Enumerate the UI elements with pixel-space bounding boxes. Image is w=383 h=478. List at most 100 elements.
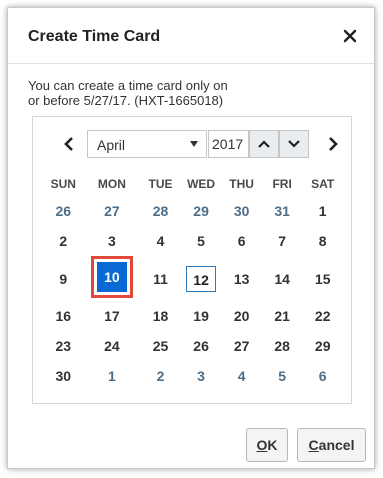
other-month-day[interactable]: 4 (227, 363, 257, 389)
day[interactable]: 14 (267, 266, 297, 292)
previous-month-button[interactable] (55, 130, 83, 158)
day-cell: 28 (140, 196, 181, 226)
info-message-line-2: or before 5/27/17. (HXT-1665018) (28, 93, 224, 108)
week-row: 16 17 18 19 20 21 22 (43, 301, 343, 331)
year-decrement-button[interactable] (279, 130, 309, 158)
day-cell: 13 (221, 256, 262, 301)
day[interactable]: 17 (97, 303, 127, 329)
dialog-title: Create Time Card (28, 28, 161, 45)
cancel-button[interactable]: Cancel (297, 428, 366, 462)
next-month-button[interactable] (319, 130, 347, 158)
day-cell: 5 (262, 361, 303, 391)
year-increment-button[interactable] (249, 130, 279, 158)
day[interactable]: 27 (227, 333, 257, 359)
day[interactable]: 6 (227, 228, 257, 254)
other-month-day[interactable]: 31 (267, 198, 297, 224)
dropdown-arrow-icon (190, 141, 198, 147)
month-select[interactable]: April (87, 130, 207, 158)
weekday-header-row: SUN MON TUE WED THU FRI SAT (43, 172, 343, 196)
weekday-header: TUE (148, 177, 173, 191)
day[interactable]: 16 (48, 303, 78, 329)
other-month-day[interactable]: 2 (146, 363, 176, 389)
weekday-header: MON (97, 177, 126, 191)
day[interactable]: 29 (308, 333, 338, 359)
dialog-titlebar: Create Time Card (8, 8, 374, 64)
cancel-label-rest: ancel (318, 437, 355, 453)
other-month-day[interactable]: 26 (48, 198, 78, 224)
day-cell: 5 (181, 226, 222, 256)
day[interactable]: 7 (267, 228, 297, 254)
day-cell: 12 (181, 256, 222, 301)
day-cell: 17 (84, 301, 141, 331)
day-cell: 14 (262, 256, 303, 301)
today-day[interactable]: 12 (186, 265, 217, 292)
other-month-day[interactable]: 6 (308, 363, 338, 389)
ok-button[interactable]: OK (246, 428, 288, 462)
day-cell: 4 (221, 361, 262, 391)
other-month-day[interactable]: 30 (227, 198, 257, 224)
day[interactable]: 2 (48, 228, 78, 254)
day[interactable]: 28 (267, 333, 297, 359)
selected-day-label: 10 (96, 262, 127, 292)
day[interactable]: 5 (186, 228, 216, 254)
day[interactable]: 13 (227, 266, 257, 292)
day[interactable]: 19 (186, 303, 216, 329)
calendar-grid: SUN MON TUE WED THU FRI SAT 26 27 28 29 30 31… (43, 172, 343, 391)
weekday-header: SAT (311, 177, 335, 191)
day[interactable]: 3 (97, 228, 127, 254)
other-month-day[interactable]: 1 (97, 363, 127, 389)
day-cell: 7 (262, 226, 303, 256)
day[interactable]: 18 (146, 303, 176, 329)
day[interactable]: 24 (97, 333, 127, 359)
other-month-day[interactable]: 28 (146, 198, 176, 224)
day-cell: 1 (84, 361, 141, 391)
day-cell: 26 (181, 331, 222, 361)
chevron-down-icon (288, 140, 300, 148)
day[interactable]: 4 (146, 228, 176, 254)
day[interactable]: 22 (308, 303, 338, 329)
day-cell: 26 (43, 196, 84, 226)
day-cell: 9 (43, 256, 84, 301)
day-cell: 29 (302, 331, 343, 361)
day-cell: 6 (221, 226, 262, 256)
day[interactable]: 20 (227, 303, 257, 329)
day[interactable]: 30 (48, 363, 78, 389)
day-cell: 10 (84, 256, 141, 301)
day[interactable]: 26 (186, 333, 216, 359)
day[interactable]: 25 (146, 333, 176, 359)
create-time-card-dialog: Create Time Card You can create a time c… (7, 7, 375, 469)
info-message: You can create a time card only on or be… (28, 78, 348, 108)
day[interactable]: 1 (308, 198, 338, 224)
day-cell: 20 (221, 301, 262, 331)
week-row: 30 1 2 3 4 5 6 (43, 361, 343, 391)
close-icon[interactable] (338, 24, 362, 48)
weekday-header: FRI (272, 177, 292, 191)
day-cell: 29 (181, 196, 222, 226)
day-cell: 16 (43, 301, 84, 331)
day-cell: 11 (140, 256, 181, 301)
day-cell: 6 (302, 361, 343, 391)
other-month-day[interactable]: 29 (186, 198, 216, 224)
day[interactable]: 23 (48, 333, 78, 359)
other-month-day[interactable]: 5 (267, 363, 297, 389)
other-month-day[interactable]: 27 (97, 198, 127, 224)
weekday-header: THU (229, 177, 254, 191)
day[interactable]: 11 (146, 266, 176, 292)
day[interactable]: 8 (308, 228, 338, 254)
ok-label-rest: K (267, 437, 278, 453)
day[interactable]: 9 (48, 266, 78, 292)
day-cell: 28 (262, 331, 303, 361)
ok-mnemonic: O (256, 437, 268, 453)
week-row: 9 10 11 12 13 14 15 (43, 256, 343, 301)
selected-day[interactable]: 10 (90, 256, 133, 298)
day[interactable]: 21 (267, 303, 297, 329)
year-input[interactable]: 2017 (208, 130, 249, 158)
day-cell: 3 (181, 361, 222, 391)
calendar-days: 26 27 28 29 30 31 1 2 3 4 5 6 7 8 9 10 11 12 13 14 15 16 17 18 1… (43, 196, 343, 391)
chevron-up-icon (258, 140, 270, 148)
day-cell: 19 (181, 301, 222, 331)
day[interactable]: 15 (308, 266, 338, 292)
day-cell: 18 (140, 301, 181, 331)
other-month-day[interactable]: 3 (186, 363, 216, 389)
date-picker: April 2017 SUN MON TUE WED THU FRI SAT 2… (32, 116, 352, 404)
